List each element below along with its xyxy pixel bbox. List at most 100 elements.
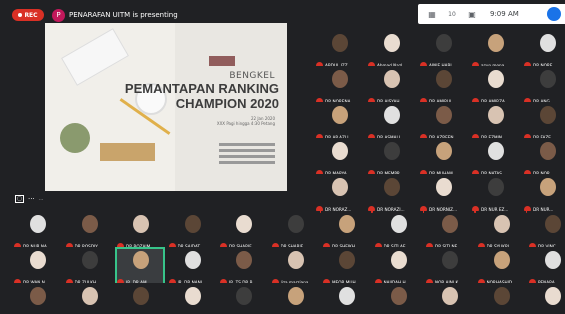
participant-avatar xyxy=(30,287,46,305)
participant-avatar xyxy=(390,251,407,269)
participant-avatar xyxy=(493,287,510,305)
participant-avatar xyxy=(384,106,400,124)
participant-tile[interactable]: NOR AINI K... xyxy=(424,247,474,287)
screen-icon[interactable]: ▢ xyxy=(15,195,24,203)
participant-tile[interactable]: DR NUR EZ... xyxy=(470,174,520,214)
participant-avatar xyxy=(540,106,556,124)
participant-tile[interactable]: IR. DR AM... xyxy=(115,247,165,287)
participant-avatar xyxy=(287,287,304,305)
participant-tile[interactable]: DR NUR NA... xyxy=(12,211,62,251)
participant-avatar xyxy=(545,287,561,305)
share-caption: ... xyxy=(38,196,44,202)
participant-tile[interactable]: DR MARYA... xyxy=(314,138,364,178)
participant-tile[interactable]: IR. DR NANI... xyxy=(166,247,217,287)
grid-icon[interactable]: ▦ xyxy=(426,8,438,20)
participant-tile[interactable]: SHARIFAH F... xyxy=(424,283,474,314)
participant-tile[interactable]: DR VINC... xyxy=(527,211,565,251)
participant-tile[interactable]: NAJIDAH H... xyxy=(372,247,423,287)
participant-tile[interactable]: DR SYUKRI... xyxy=(475,211,526,251)
participant-tile[interactable]: DR SHARIF... xyxy=(269,211,320,251)
participant-avatar xyxy=(436,70,452,88)
participant-tile[interactable]: DR SITI NE... xyxy=(424,211,474,251)
participant-tile[interactable]: DR ANG... xyxy=(522,66,565,106)
clock: 9:09 AM xyxy=(490,10,519,18)
presenter-chip[interactable]: P PENARAFAN UITM is presenting xyxy=(52,8,178,22)
participant-tile[interactable]: DR WAN N... xyxy=(12,247,62,287)
participant-tile[interactable]: PROFESOR ... xyxy=(63,283,114,314)
participant-tile[interactable]: PROFESOR ... xyxy=(218,283,268,314)
participant-tile[interactable]: DR SHEIKH... xyxy=(321,211,371,251)
slide-line2: PEMANTAPAN RANKING xyxy=(124,81,279,96)
participant-tile[interactable]: DR AMIRZA... xyxy=(470,66,520,106)
participant-avatar xyxy=(287,215,304,233)
participant-tile[interactable]: MEOR MUH... xyxy=(321,247,371,287)
participant-tile[interactable]: Ahmad Nazl... xyxy=(366,30,416,70)
participant-tile[interactable]: DR NORENA... xyxy=(314,66,364,106)
slide-line3: CHAMPION 2020 xyxy=(175,96,279,111)
participant-tile[interactable]: PROFESOR ... xyxy=(166,283,217,314)
participant-avatar xyxy=(332,106,348,124)
participant-avatar xyxy=(436,106,452,124)
signal-icon: 10 xyxy=(448,10,456,18)
participant-tile[interactable]: DR ASMALI... xyxy=(366,102,416,142)
participant-avatar xyxy=(488,34,504,52)
participant-avatar xyxy=(488,178,504,196)
participant-tile[interactable]: DR NORNIZ... xyxy=(418,174,468,214)
slide-line1: BENGKEL xyxy=(229,71,275,81)
presenter-text: PENARAFAN UITM is presenting xyxy=(69,11,178,19)
participant-tile[interactable]: PROF MADY... xyxy=(12,283,62,314)
participant-tile[interactable]: azun mona... xyxy=(470,30,520,70)
participant-tile[interactable]: DR ZULKH... xyxy=(63,247,114,287)
participant-tile[interactable]: SUZEI MAT ... xyxy=(475,283,526,314)
participant-tile[interactable]: PROFESOR ... xyxy=(269,283,320,314)
participant-avatar xyxy=(236,215,252,233)
user-avatar[interactable] xyxy=(547,7,561,21)
more-icon[interactable]: ··· xyxy=(28,195,35,203)
participant-avatar xyxy=(236,251,252,269)
participant-avatar xyxy=(339,215,355,233)
participant-avatar xyxy=(488,106,504,124)
participant-avatar xyxy=(442,215,458,233)
participant-tile[interactable]: DR ROSDIY... xyxy=(63,211,114,251)
share-toolbar: ▢ ··· ... xyxy=(15,194,43,204)
participant-tile[interactable]: IR. TS DR B... xyxy=(218,247,268,287)
participant-tile[interactable]: DR NATAS... xyxy=(470,138,520,178)
participant-avatar xyxy=(184,215,201,233)
participant-tile[interactable]: PENARA... xyxy=(527,247,565,287)
participant-tile[interactable]: DR NOR... xyxy=(522,138,565,178)
participant-tile[interactable]: DR SITI AE... xyxy=(372,211,423,251)
slide-date: 22 Jan 2020 XXX Pagi hingga 4:30 Petang xyxy=(216,116,275,126)
participant-tile[interactable]: DR NUR... xyxy=(522,174,565,214)
participant-tile[interactable]: DR SHARIF... xyxy=(218,211,268,251)
participant-tile[interactable]: Seri Ayu Ma... xyxy=(372,283,423,314)
participant-avatar xyxy=(442,287,458,305)
participant-avatar xyxy=(332,34,348,52)
participant-tile[interactable]: DR EZMIN ... xyxy=(470,102,520,142)
participant-tile[interactable]: liza marziana xyxy=(269,247,320,287)
participant-avatar xyxy=(384,142,400,160)
participant-tile[interactable]: DR MUHAM... xyxy=(418,138,468,178)
participant-tile[interactable]: DR AP AZLI... xyxy=(314,102,364,142)
participant-tile[interactable]: DR NORAZ... xyxy=(314,174,364,214)
participant-tile[interactable]: DR NORAZI... xyxy=(366,174,416,214)
participant-tile[interactable]: DR FAZE... xyxy=(522,102,565,142)
participant-tile[interactable]: NORHASHID... xyxy=(475,247,526,287)
participant-tile[interactable]: PROFESOR ... xyxy=(321,283,371,314)
participant-avatar xyxy=(442,251,458,269)
participant-tile[interactable]: DR AMIRUL... xyxy=(418,66,468,106)
participant-tile[interactable]: ABDUL IZZ ... xyxy=(314,30,364,70)
participant-tile[interactable]: AINIE HABI... xyxy=(418,30,468,70)
participant-avatar xyxy=(287,251,304,269)
message-icon[interactable]: ▣ xyxy=(466,8,478,20)
book-image xyxy=(100,143,155,161)
participant-tile[interactable]: DR MEMPR... xyxy=(366,138,416,178)
participant-tile[interactable]: DR ROZAIM... xyxy=(115,211,165,251)
participant-tile[interactable]: TS DR... xyxy=(527,283,565,314)
participant-tile[interactable]: DR NORE... xyxy=(522,30,565,70)
participant-tile[interactable]: DR AISYAH ... xyxy=(366,66,416,106)
participant-avatar xyxy=(184,251,201,269)
shared-screen: BENGKEL PEMANTAPAN RANKING CHAMPION 2020… xyxy=(45,23,287,191)
participant-tile[interactable]: DR AZREEN... xyxy=(418,102,468,142)
participant-tile[interactable]: DR SAIDAT... xyxy=(166,211,217,251)
participant-tile[interactable]: PROFESOR ... xyxy=(115,283,165,314)
